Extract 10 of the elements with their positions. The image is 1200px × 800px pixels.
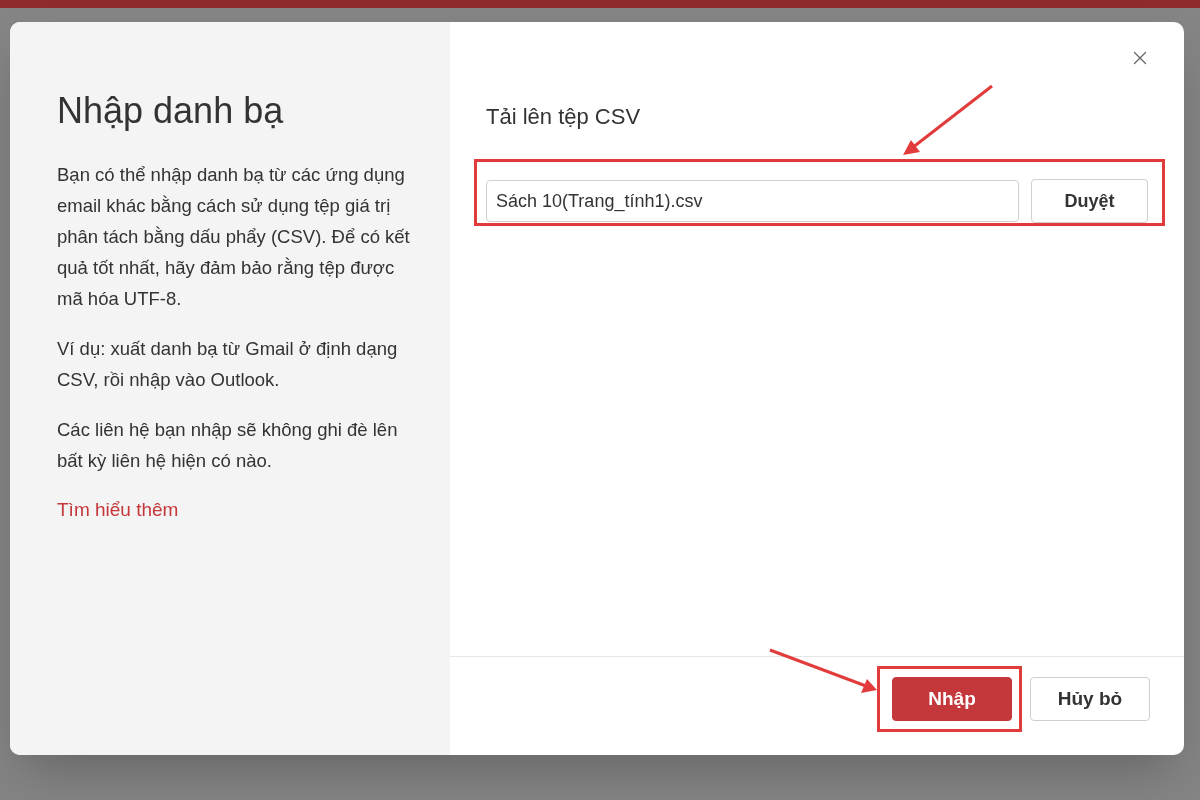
import-button[interactable]: Nhập bbox=[892, 677, 1012, 721]
description-text: Các liên hệ bạn nhập sẽ không ghi đè lên bất kỳ liên hệ hiện có nào. bbox=[57, 418, 399, 473]
description-text: Ví dụ: xuất danh bạ từ Gmail ở định dạng CSV, rồi nhập vào Outlook. bbox=[57, 337, 399, 392]
cancel-button[interactable]: Hủy bỏ bbox=[1030, 677, 1150, 721]
dialog-title: Nhập danh bạ bbox=[57, 89, 285, 133]
learn-more-link[interactable]: Tìm hiểu thêm bbox=[57, 496, 179, 525]
description-text: Bạn có thể nhập danh bạ từ các ứng dụng email khác bằng cách sử dụng tệp giá trị phân tách bằng dấu phẩy (CSV). Để có kết quả tốt nhất, hãy đảm bảo rằng tệp được mã hóa UTF-8. bbox=[57, 163, 410, 311]
upload-heading: Tải lên tệp CSV bbox=[486, 103, 642, 131]
browse-button[interactable]: Duyệt bbox=[1031, 179, 1148, 223]
file-field[interactable]: Sách 10(Trang_tính1).csv bbox=[486, 180, 1019, 222]
